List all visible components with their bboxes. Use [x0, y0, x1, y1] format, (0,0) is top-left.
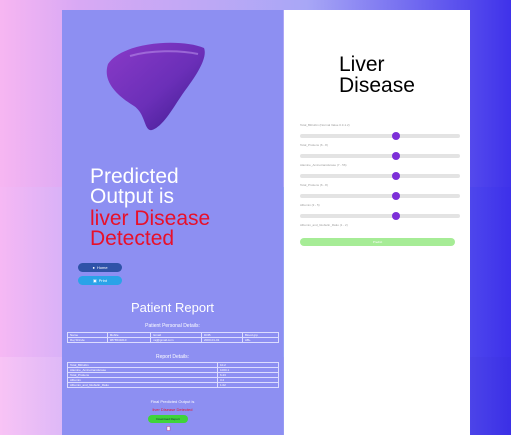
slider-thumb[interactable]	[392, 212, 400, 220]
slider-thumb[interactable]	[392, 192, 400, 200]
result-line: liver Disease	[90, 207, 211, 230]
print-icon: ▣	[92, 278, 97, 283]
total-protiens-slider[interactable]	[300, 152, 460, 160]
slider-label: Albumin (3 - 5)	[300, 203, 320, 207]
home-label: Home	[96, 265, 108, 270]
prediction-result: liver Disease Detected	[90, 207, 280, 250]
download-report-button[interactable]: Download Report	[148, 415, 188, 423]
albumin-slider[interactable]	[300, 212, 460, 220]
slider-label: Albumin_and_Globulin_Ratio (1 - 2)	[300, 223, 348, 227]
input-form-panel: Liver Disease Total_Bilirubin (Normal Va…	[284, 10, 470, 435]
result-line: Detected	[90, 227, 175, 250]
home-button[interactable]: ● Home	[78, 263, 122, 272]
slider-thumb[interactable]	[392, 172, 400, 180]
personal-details-title: Patient Personal Details:	[145, 323, 200, 329]
alamine-aminotransferase-slider[interactable]	[300, 172, 460, 180]
predict-button[interactable]: Predict	[300, 238, 455, 246]
title-line: Liver	[339, 53, 385, 76]
report-details-title: Report Details:	[155, 354, 190, 360]
table-cell: AB+	[241, 337, 280, 343]
slider-label: Total_Bilirubin (Normal Value 0.3-1.2)	[300, 123, 350, 127]
predicted-heading: Predicted Output is	[90, 165, 280, 208]
final-output-value: liver Disease Detected	[152, 407, 193, 412]
slider-thumb[interactable]	[392, 152, 400, 160]
document-icon	[166, 426, 171, 431]
predicted-line: Output is	[90, 185, 175, 208]
patient-report-title: Patient Report	[130, 300, 215, 315]
print-button[interactable]: ▣ Print	[78, 276, 122, 285]
report-details-table: Total_Bilirubin 10.2 Alamine_Aminotransf…	[67, 362, 279, 388]
table-cell: 1.02	[217, 382, 279, 388]
title-line: Disease	[339, 74, 415, 97]
table-cell: raj@gmail.com	[150, 337, 202, 343]
home-icon: ●	[92, 265, 95, 270]
print-label: Print	[98, 278, 107, 283]
table-cell: 2000-01-01	[200, 337, 243, 343]
result-panel: Predicted Output is liver Disease Detect…	[62, 10, 283, 435]
table-row: Albumin_and_Globulin_Ratio 1.02	[67, 382, 279, 388]
slider-label: Total_Protiens (6 - 8)	[300, 143, 328, 147]
page-title: Liver Disease	[339, 54, 459, 96]
liver-illustration	[106, 42, 205, 131]
slider-label: Total_Protiens (6 - 8)	[300, 183, 328, 187]
table-cell: Albumin_and_Globulin_Ratio	[67, 382, 218, 388]
personal-details-table: Name Mobile Email DOB Blood grp Raj Shin…	[67, 332, 280, 343]
predicted-line: Predicted	[90, 165, 179, 188]
total-protiens-slider-2[interactable]	[300, 192, 460, 200]
slider-label: Alamine_Aminotransferase (7 - 56)	[300, 163, 347, 167]
final-output-label: Final Predicted Output is	[150, 399, 195, 404]
table-cell: 9876543210	[106, 337, 152, 343]
slider-thumb[interactable]	[392, 132, 400, 140]
total-bilirubin-slider[interactable]	[300, 132, 460, 140]
table-row: Raj Shinde 9876543210 raj@gmail.com 2000…	[67, 337, 280, 343]
table-cell: Raj Shinde	[67, 337, 108, 343]
